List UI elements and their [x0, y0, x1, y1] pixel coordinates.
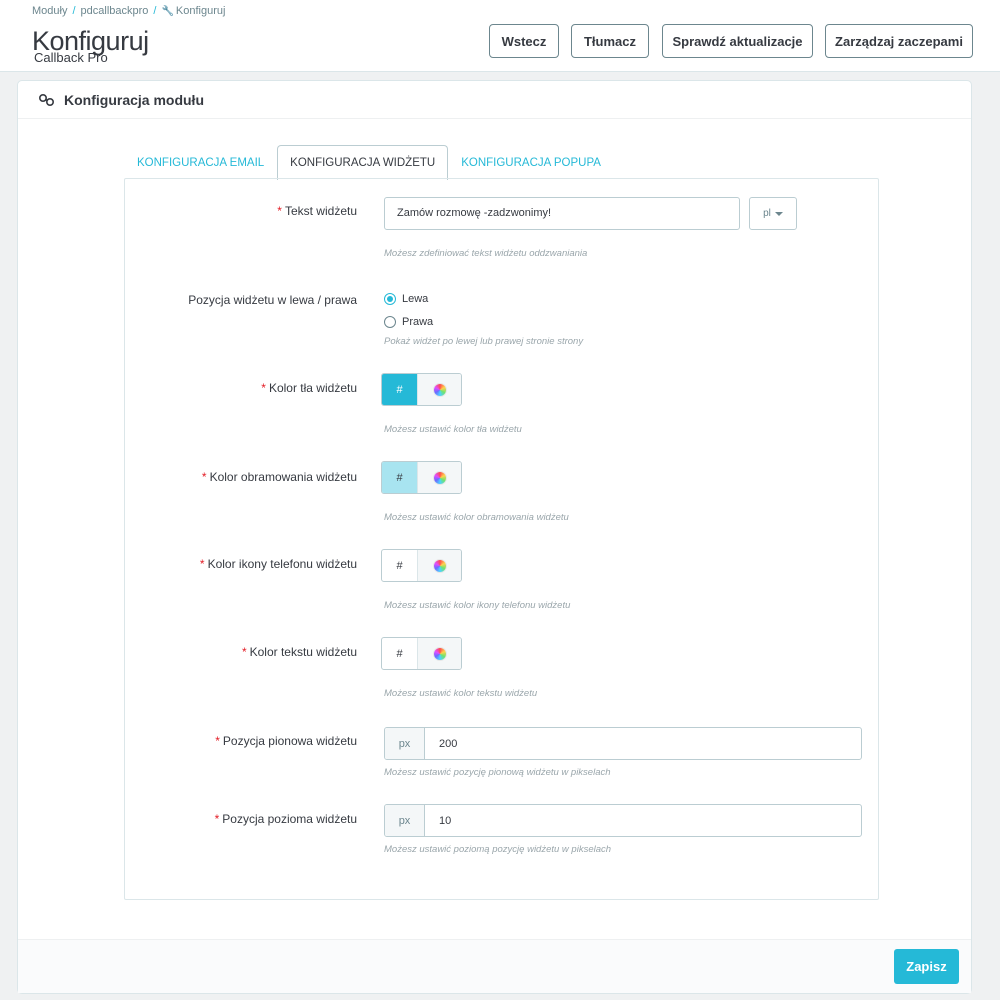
- text-color-picker[interactable]: #: [381, 637, 462, 670]
- save-button[interactable]: Zapisz: [894, 949, 959, 984]
- vertical-position-help: Możesz ustawić pozycję pionową widżetu w…: [384, 767, 611, 778]
- tab-widget-config[interactable]: KONFIGURACJA WIDŻETU: [277, 145, 449, 180]
- radio-right[interactable]: Prawa: [384, 316, 433, 328]
- breadcrumb-current: Konfiguruj: [175, 5, 226, 17]
- color-wheel-icon: [433, 559, 446, 572]
- radio-right-input[interactable]: [384, 316, 396, 328]
- text-color-label: * Kolor tekstu widżetu: [241, 645, 357, 659]
- px-unit-addon: px: [385, 805, 425, 836]
- icon-color-label: * Kolor ikony telefonu widżetu: [199, 557, 357, 571]
- border-color-picker[interactable]: #: [381, 461, 462, 494]
- color-wheel-icon: [433, 383, 446, 396]
- text-color-wheel-button[interactable]: [418, 638, 461, 669]
- radio-left-input[interactable]: [384, 293, 396, 305]
- tab-content: [124, 178, 879, 900]
- breadcrumb-separator: /: [153, 5, 157, 17]
- horizontal-position-label: * Pozycja pozioma widżetu: [214, 812, 357, 826]
- color-wheel-icon: [433, 471, 446, 484]
- manage-hooks-button[interactable]: Zarządzaj zaczepami: [825, 24, 973, 58]
- translate-button[interactable]: Tłumacz: [571, 24, 649, 58]
- vertical-position-input-group: px 200: [384, 727, 862, 760]
- check-updates-button[interactable]: Sprawdź aktualizacje: [662, 24, 813, 58]
- widget-text-input[interactable]: Zamów rozmowę -zadzwonimy!: [384, 197, 740, 230]
- back-button[interactable]: Wstecz: [489, 24, 559, 58]
- horizontal-position-input-group: px 10: [384, 804, 862, 837]
- page-header: Moduły / pdcallbackpro / 🔧 Konfiguruj Konfigu…: [0, 0, 1000, 72]
- border-color-label: * Kolor obramowania widżetu: [201, 470, 357, 484]
- border-color-help: Możesz ustawić kolor obramowania widżetu: [384, 512, 569, 523]
- tab-popup-config[interactable]: KONFIGURACJA POPUPA: [448, 145, 614, 180]
- icon-color-help: Możesz ustawić kolor ikony telefonu widż…: [384, 600, 571, 611]
- color-wheel-icon: [433, 647, 446, 660]
- widget-text-help: Możesz zdefiniować tekst widżetu oddzwan…: [384, 248, 588, 259]
- page-subtitle: Callback Pro: [34, 50, 108, 65]
- module-config-panel: Konfiguracja modułu KONFIGURACJA EMAIL K…: [17, 80, 972, 994]
- required-mark: *: [277, 204, 282, 218]
- widget-position-help: Pokaż widżet po lewej lub prawej stronie…: [384, 336, 584, 347]
- px-unit-addon: px: [385, 728, 425, 759]
- bg-color-wheel-button[interactable]: [418, 374, 461, 405]
- vertical-position-input[interactable]: 200: [425, 728, 861, 759]
- panel-footer: Zapisz: [18, 939, 971, 993]
- horizontal-position-help: Możesz ustawić poziomą pozycję widżetu w…: [384, 844, 612, 855]
- widget-text-label: * Tekst widżetu: [277, 204, 357, 218]
- icon-color-picker[interactable]: #: [381, 549, 462, 582]
- config-tabs: KONFIGURACJA EMAIL KONFIGURACJA WIDŻETU …: [124, 145, 614, 180]
- breadcrumb-modules[interactable]: Moduły: [32, 5, 67, 17]
- language-dropdown[interactable]: pl: [749, 197, 797, 230]
- panel-heading-text: Konfiguracja modułu: [64, 91, 204, 108]
- panel-heading: Konfiguracja modułu: [18, 81, 971, 119]
- border-color-wheel-button[interactable]: [418, 462, 461, 493]
- caret-down-icon: [774, 211, 783, 216]
- wrench-icon: 🔧: [161, 6, 174, 17]
- text-color-value[interactable]: #: [382, 638, 418, 669]
- horizontal-position-input[interactable]: 10: [425, 805, 861, 836]
- tab-email-config[interactable]: KONFIGURACJA EMAIL: [124, 145, 277, 180]
- breadcrumb-separator: /: [72, 5, 76, 17]
- radio-left[interactable]: Lewa: [384, 293, 428, 305]
- icon-color-value[interactable]: #: [382, 550, 418, 581]
- radio-right-label: Prawa: [402, 316, 434, 328]
- radio-left-label: Lewa: [402, 293, 429, 305]
- bg-color-help: Możesz ustawić kolor tła widżetu: [384, 424, 522, 435]
- vertical-position-label: * Pozycja pionowa widżetu: [215, 734, 357, 748]
- bg-color-value[interactable]: #: [382, 374, 418, 405]
- bg-color-picker[interactable]: #: [381, 373, 462, 406]
- border-color-value[interactable]: #: [382, 462, 418, 493]
- bg-color-label: * Kolor tła widżetu: [261, 381, 357, 395]
- icon-color-wheel-button[interactable]: [418, 550, 461, 581]
- text-color-help: Możesz ustawić kolor tekstu widżetu: [384, 688, 538, 699]
- link-icon: [38, 93, 56, 107]
- widget-position-label: Pozycja widżetu w lewa / prawa: [188, 293, 357, 307]
- breadcrumb: Moduły / pdcallbackpro / 🔧 Konfiguruj: [32, 5, 225, 17]
- breadcrumb-module[interactable]: pdcallbackpro: [81, 5, 149, 17]
